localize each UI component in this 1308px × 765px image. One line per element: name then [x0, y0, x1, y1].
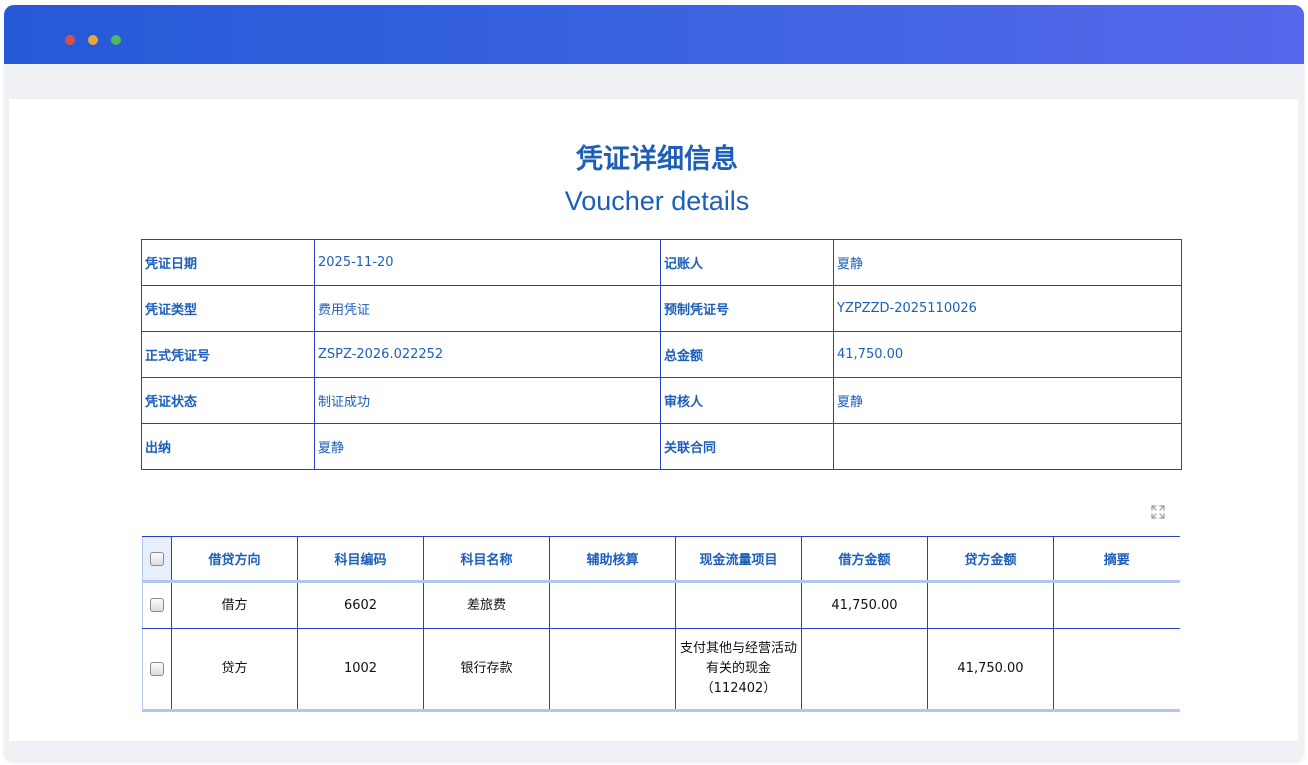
reviewer-value: 夏静 — [833, 377, 1182, 424]
total-amount-value: 41,750.00 — [833, 331, 1182, 378]
debit-cell: 41,750.00 — [801, 581, 928, 629]
row-checkbox[interactable] — [150, 598, 164, 612]
bookkeeper-label: 记账人 — [660, 239, 834, 286]
credit-cell: 41,750.00 — [927, 628, 1054, 712]
col-header-debit[interactable]: 借方金额 — [801, 536, 928, 583]
page-title-cn: 凭证详细信息 — [576, 144, 738, 175]
browser-window: 凭证详细信息 Voucher details 凭证日期 2025-11-20 记… — [4, 5, 1304, 762]
info-row: 凭证日期 2025-11-20 记账人 夏静 — [141, 239, 1182, 286]
close-dot[interactable] — [65, 35, 75, 45]
row-select-cell — [142, 581, 172, 629]
voucher-date-label: 凭证日期 — [141, 239, 315, 286]
table-row[interactable]: 贷方 1002 银行存款 支付其他与经营活动有关的现金（112402） 41,7… — [142, 628, 1180, 712]
page-title-en: Voucher details — [564, 186, 750, 216]
cash-flow-cell: 支付其他与经营活动有关的现金（112402） — [675, 628, 802, 712]
voucher-status-label: 凭证状态 — [141, 377, 315, 424]
name-cell: 差旅费 — [423, 581, 550, 629]
code-cell: 6602 — [297, 581, 424, 629]
voucher-status-value: 制证成功 — [314, 377, 661, 424]
cash-flow-text: 支付其他与经营活动有关的现金（112402） — [679, 641, 797, 696]
table-header: 借贷方向 科目编码 科目名称 辅助核算 现金流量项目 借方金额 贷方金额 摘要 — [142, 536, 1180, 583]
info-row: 凭证类型 费用凭证 预制凭证号 YZPZZD-2025110026 — [141, 285, 1182, 332]
col-header-aux[interactable]: 辅助核算 — [549, 536, 676, 583]
voucher-date-value: 2025-11-20 — [314, 239, 661, 286]
title-bar — [4, 5, 1304, 64]
voucher-type-label: 凭证类型 — [141, 285, 315, 332]
cash-flow-cell — [675, 581, 802, 629]
credit-cell — [927, 581, 1054, 629]
col-header-direction[interactable]: 借贷方向 — [171, 536, 298, 583]
select-all-cell — [142, 536, 172, 583]
maximize-dot[interactable] — [111, 35, 121, 45]
related-contract-value — [833, 423, 1182, 470]
info-row: 正式凭证号 ZSPZ-2026.022252 总金额 41,750.00 — [141, 331, 1182, 378]
aux-cell — [549, 628, 676, 712]
direction-cell: 借方 — [171, 581, 298, 629]
total-amount-label: 总金额 — [660, 331, 834, 378]
summary-cell — [1053, 581, 1180, 629]
table-row[interactable]: 借方 6602 差旅费 41,750.00 — [142, 581, 1180, 629]
col-header-summary[interactable]: 摘要 — [1053, 536, 1180, 583]
aux-cell — [549, 581, 676, 629]
pre-voucher-no-label: 预制凭证号 — [660, 285, 834, 332]
cashier-label: 出纳 — [141, 423, 315, 470]
entries-table: 借贷方向 科目编码 科目名称 辅助核算 现金流量项目 借方金额 贷方金额 摘要 … — [142, 536, 1180, 712]
code-cell: 1002 — [297, 628, 424, 712]
info-row: 凭证状态 制证成功 审核人 夏静 — [141, 377, 1182, 424]
info-row: 出纳 夏静 关联合同 — [141, 423, 1182, 470]
formal-voucher-no-label: 正式凭证号 — [141, 331, 315, 378]
voucher-info-table: 凭证日期 2025-11-20 记账人 夏静 凭证类型 费用凭证 预制凭证号 Y… — [141, 239, 1182, 470]
summary-cell — [1053, 628, 1180, 712]
debit-cell — [801, 628, 928, 712]
pre-voucher-no-value: YZPZZD-2025110026 — [833, 285, 1182, 332]
col-header-name[interactable]: 科目名称 — [423, 536, 550, 583]
name-cell: 银行存款 — [423, 628, 550, 712]
direction-cell: 贷方 — [171, 628, 298, 712]
row-checkbox[interactable] — [150, 661, 164, 676]
reviewer-label: 审核人 — [660, 377, 834, 424]
formal-voucher-no-value: ZSPZ-2026.022252 — [314, 331, 661, 378]
bookkeeper-value: 夏静 — [833, 239, 1182, 286]
row-select-cell — [142, 628, 172, 712]
expand-icon[interactable] — [1150, 504, 1166, 520]
cashier-value: 夏静 — [314, 423, 661, 470]
col-header-cash-flow[interactable]: 现金流量项目 — [675, 536, 802, 583]
voucher-type-value: 费用凭证 — [314, 285, 661, 332]
select-all-checkbox[interactable] — [150, 551, 164, 566]
content-panel: 凭证详细信息 Voucher details 凭证日期 2025-11-20 记… — [9, 99, 1298, 741]
minimize-dot[interactable] — [88, 35, 98, 45]
col-header-credit[interactable]: 贷方金额 — [927, 536, 1054, 583]
related-contract-label: 关联合同 — [660, 423, 834, 470]
col-header-code[interactable]: 科目编码 — [297, 536, 424, 583]
